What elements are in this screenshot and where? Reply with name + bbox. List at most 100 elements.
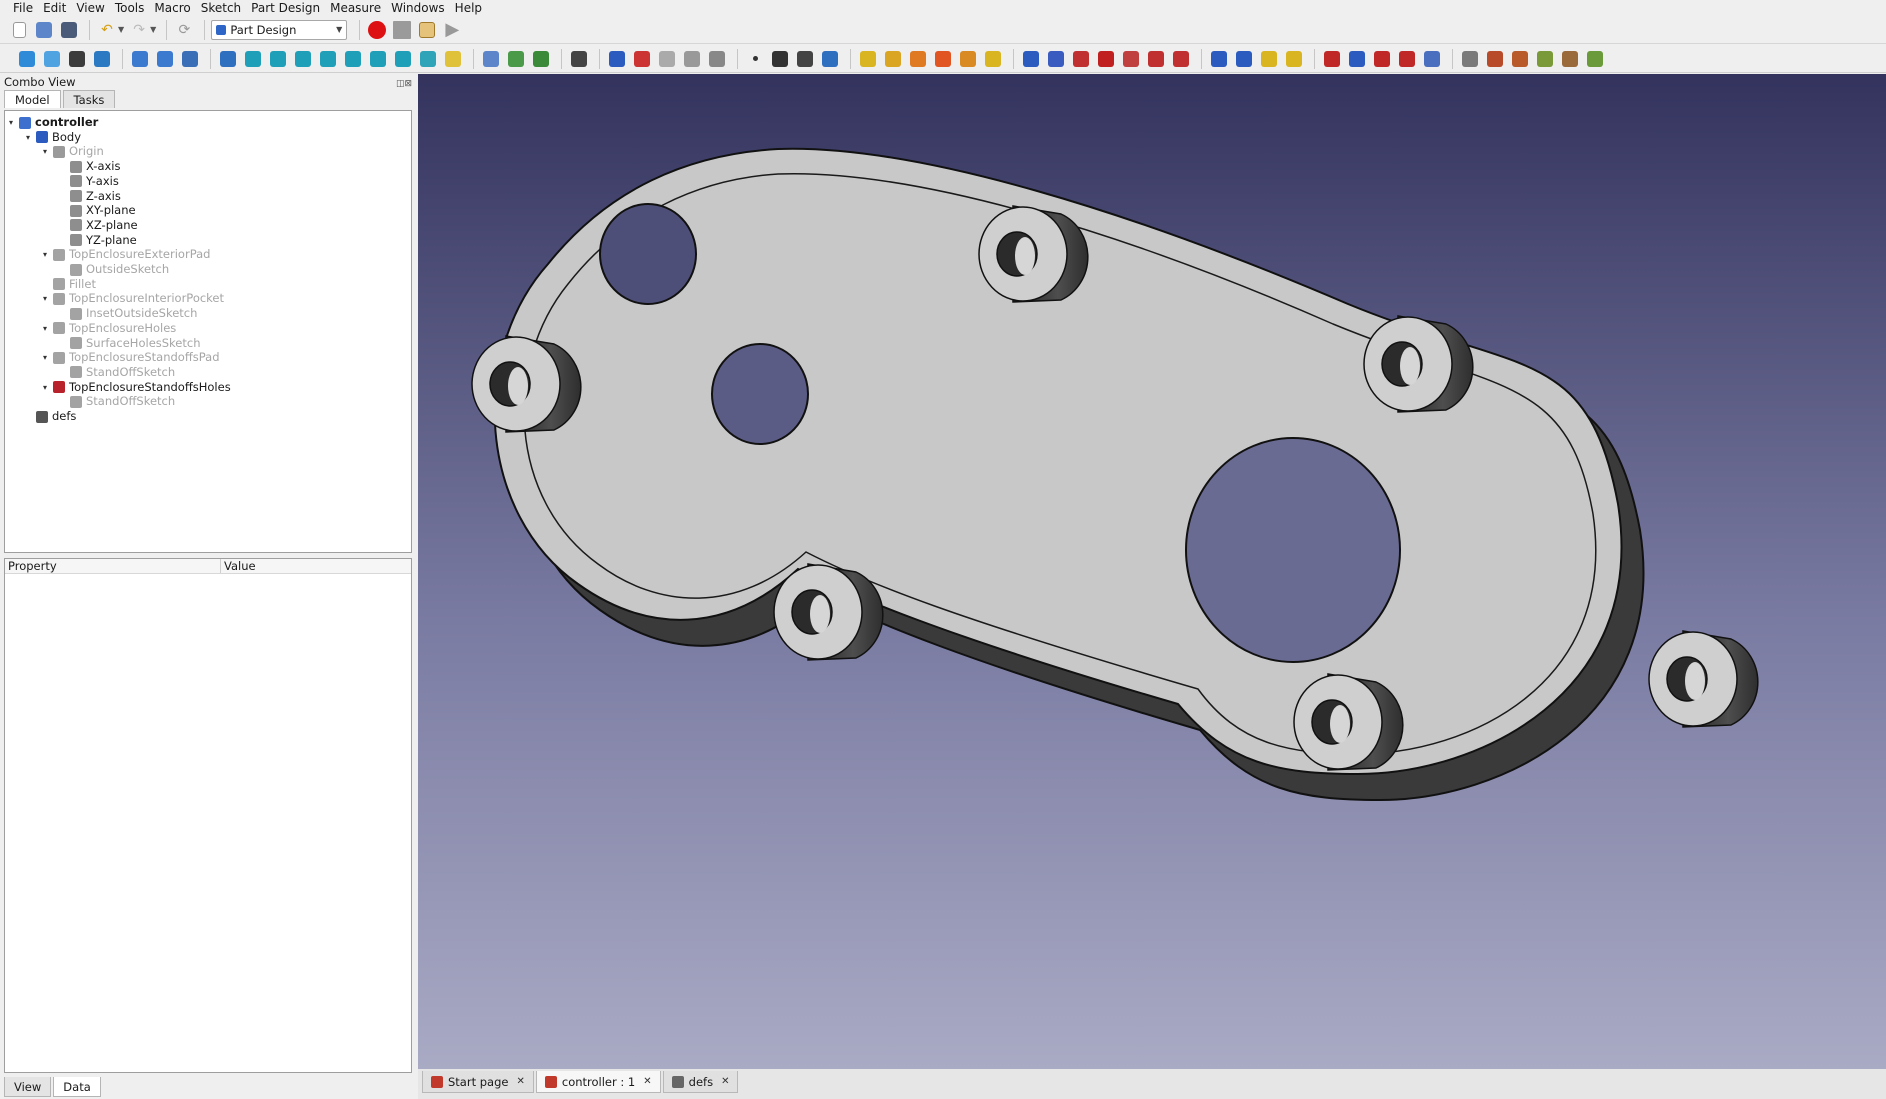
stereo-icon[interactable] (91, 48, 113, 70)
new-file-icon[interactable] (8, 19, 30, 41)
subtractive-primitive-icon[interactable] (1170, 48, 1192, 70)
tab-data[interactable]: Data (53, 1077, 101, 1097)
expand-arrow-icon[interactable]: ▾ (43, 321, 53, 336)
pad-icon[interactable] (857, 48, 879, 70)
revolution-icon[interactable] (882, 48, 904, 70)
right-view-icon[interactable] (317, 48, 339, 70)
back-icon[interactable] (129, 48, 151, 70)
redo-dropdown-icon[interactable]: ▼ (150, 25, 156, 34)
expand-arrow-icon[interactable]: ▾ (9, 115, 19, 130)
migrate-icon[interactable] (1559, 48, 1581, 70)
sprocket-icon[interactable] (1459, 48, 1481, 70)
tree-item-body[interactable]: ▾ Body (26, 130, 81, 145)
link-icon[interactable] (505, 48, 527, 70)
menu-tools[interactable]: Tools (110, 0, 150, 16)
expand-arrow-icon[interactable]: ▾ (26, 130, 36, 145)
fit-selection-icon[interactable] (41, 48, 63, 70)
tree-item-xz-plane[interactable]: XZ-plane (60, 218, 138, 233)
expand-arrow-icon[interactable]: ▾ (43, 380, 53, 395)
multitransform-icon[interactable] (1283, 48, 1305, 70)
tree-item-xy-plane[interactable]: XY-plane (60, 203, 136, 218)
record-macro-icon[interactable] (366, 19, 388, 41)
tree-item-origin[interactable]: ▾ Origin (43, 144, 104, 159)
draft-icon[interactable] (1371, 48, 1393, 70)
property-column-header[interactable]: Property (5, 559, 221, 573)
boolean-icon[interactable] (1421, 48, 1443, 70)
tree-item-outsidesketch[interactable]: OutsideSketch (60, 262, 169, 277)
tree-item-standoffsketch[interactable]: StandOffSketch (60, 394, 175, 409)
run-macro-icon[interactable]: ▶ (441, 19, 463, 41)
top-view-icon[interactable] (292, 48, 314, 70)
stop-macro-icon[interactable] (391, 19, 413, 41)
front-view-icon[interactable] (267, 48, 289, 70)
fillet-icon[interactable] (1321, 48, 1343, 70)
left-view-icon[interactable] (392, 48, 414, 70)
group-icon[interactable] (480, 48, 502, 70)
sketch-attach-icon[interactable] (1584, 48, 1606, 70)
fit-all-icon[interactable] (16, 48, 38, 70)
isometric-view-icon[interactable] (242, 48, 264, 70)
menu-windows[interactable]: Windows (386, 0, 450, 16)
involute-gear-icon[interactable] (1484, 48, 1506, 70)
expand-arrow-icon[interactable]: ▾ (43, 350, 53, 365)
thickness-icon[interactable] (1396, 48, 1418, 70)
point-icon[interactable] (744, 48, 766, 70)
redo-icon[interactable]: ↷ (128, 19, 150, 41)
menu-measure[interactable]: Measure (325, 0, 386, 16)
tree-item-topenclosurestandoffspad[interactable]: ▾ TopEnclosureStandoffsPad (43, 350, 220, 365)
close-icon[interactable]: ✕ (643, 1076, 651, 1087)
forward-icon[interactable] (154, 48, 176, 70)
zoom-icon[interactable] (217, 48, 239, 70)
hole-feature-icon[interactable] (1534, 48, 1556, 70)
tree-item-fillet[interactable]: Fillet (43, 277, 96, 292)
doc-tab-defs[interactable]: defs ✕ (662, 1071, 739, 1093)
tree-item-standoffsketch[interactable]: StandOffSketch (60, 365, 175, 380)
pipe-icon[interactable] (932, 48, 954, 70)
loft-icon[interactable] (907, 48, 929, 70)
expand-arrow-icon[interactable]: ▾ (43, 144, 53, 159)
menu-macro[interactable]: Macro (149, 0, 195, 16)
measure-icon[interactable] (417, 48, 439, 70)
shape-binder-icon[interactable] (681, 48, 703, 70)
doc-tab-controller-1[interactable]: controller : 1 ✕ (535, 1071, 661, 1093)
close-icon[interactable]: ✕ (516, 1076, 524, 1087)
sketch-icon[interactable] (656, 48, 678, 70)
close-icon[interactable]: ✕ (721, 1076, 729, 1087)
part-icon[interactable] (442, 48, 464, 70)
tab-tasks[interactable]: Tasks (62, 90, 116, 108)
tree-item-insetoutsidesketch[interactable]: InsetOutsideSketch (60, 306, 197, 321)
body-icon[interactable] (606, 48, 628, 70)
rear-view-icon[interactable] (342, 48, 364, 70)
polar-pattern-icon[interactable] (1258, 48, 1280, 70)
pocket-icon[interactable] (1020, 48, 1042, 70)
enclosure-model[interactable] (418, 74, 1886, 1069)
linear-pattern-icon[interactable] (1233, 48, 1255, 70)
tree-item-topenclosureholes[interactable]: ▾ TopEnclosureHoles (43, 321, 176, 336)
draw-style-icon[interactable] (66, 48, 88, 70)
chamfer-icon[interactable] (1346, 48, 1368, 70)
subtractive-pipe-icon[interactable] (1120, 48, 1142, 70)
open-file-icon[interactable] (33, 19, 55, 41)
expand-arrow-icon[interactable]: ▾ (43, 291, 53, 306)
workbench-selector[interactable]: Part Design ▼ (211, 19, 348, 40)
menu-file[interactable]: File (8, 0, 38, 16)
undo-dropdown-icon[interactable]: ▼ (118, 25, 124, 34)
tree-item-y-axis[interactable]: Y-axis (60, 174, 119, 189)
menu-view[interactable]: View (71, 0, 109, 16)
tab-view[interactable]: View (4, 1077, 52, 1097)
tree-item-controller[interactable]: ▾ controller (9, 115, 98, 130)
shaft-wizard-icon[interactable] (1509, 48, 1531, 70)
subtractive-helix-icon[interactable] (1145, 48, 1167, 70)
tree-item-z-axis[interactable]: Z-axis (60, 189, 121, 204)
expand-arrow-icon[interactable]: ▾ (43, 247, 53, 262)
tree-item-yz-plane[interactable]: YZ-plane (60, 233, 137, 248)
tab-model[interactable]: Model (4, 90, 61, 108)
menu-edit[interactable]: Edit (38, 0, 71, 16)
additive-helix-icon[interactable] (957, 48, 979, 70)
whats-this-icon[interactable] (568, 48, 590, 70)
link-actions-icon[interactable] (530, 48, 552, 70)
tree-item-topenclosureinteriorpocket[interactable]: ▾ TopEnclosureInteriorPocket (43, 291, 224, 306)
doc-tab-start-page[interactable]: Start page ✕ (422, 1071, 534, 1093)
groove-icon[interactable] (1070, 48, 1092, 70)
undo-icon[interactable]: ↶ (96, 19, 118, 41)
